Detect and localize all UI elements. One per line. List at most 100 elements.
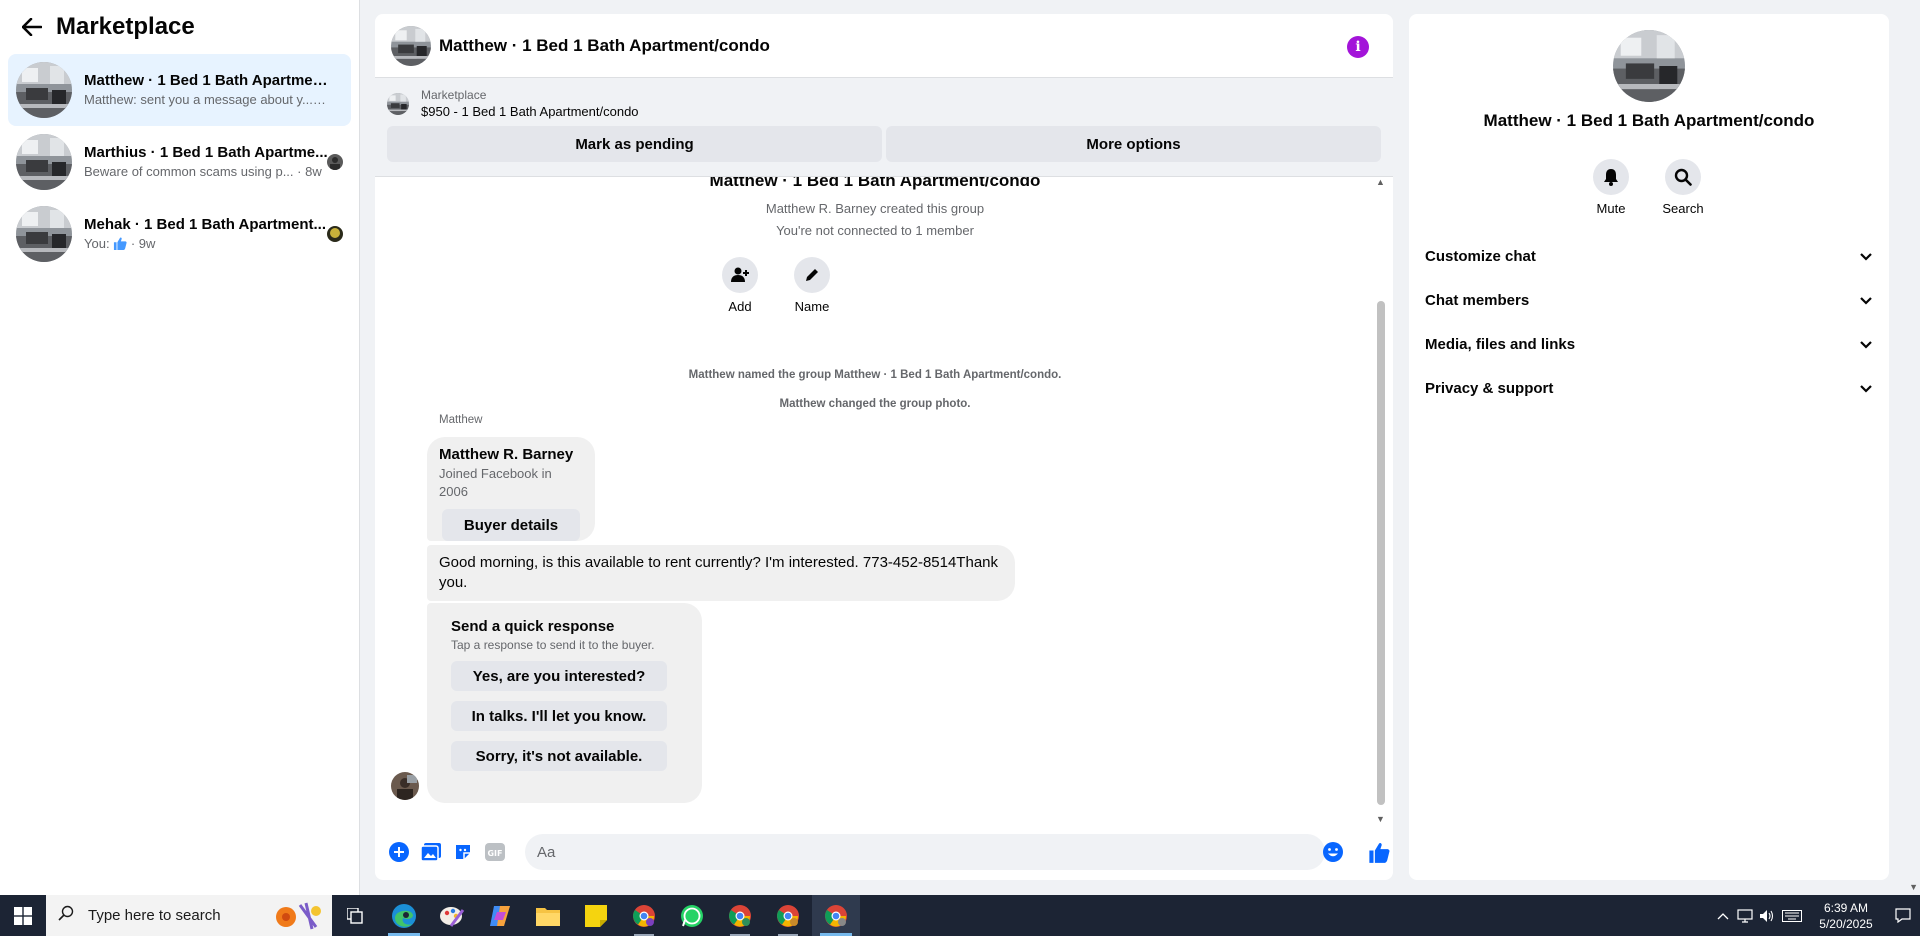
quick-response-card: Send a quick response Tap a response to … — [427, 603, 702, 803]
scroll-down-arrow-icon[interactable]: ▼ — [1376, 814, 1385, 824]
name-group-button[interactable]: Name — [782, 257, 842, 314]
sender-avatar[interactable] — [391, 772, 419, 800]
scroll-thumb[interactable] — [1377, 301, 1385, 805]
privacy-support-section[interactable]: Privacy & support — [1425, 368, 1873, 408]
not-connected-text: You're not connected to 1 member — [776, 223, 974, 238]
network-icon[interactable] — [1734, 895, 1756, 936]
edge-browser-icon[interactable] — [380, 895, 428, 936]
quick-response-subtitle: Tap a response to send it to the buyer. — [451, 638, 655, 652]
chat-info-panel: Matthew · 1 Bed 1 Bath Apartment/condo M… — [1409, 14, 1889, 880]
page-scroll-down-arrow-icon[interactable]: ▼ — [1909, 882, 1918, 892]
scroll-up-arrow-icon[interactable]: ▲ — [1376, 177, 1385, 187]
sticky-notes-icon[interactable] — [572, 895, 620, 936]
profile-name: Matthew R. Barney — [439, 446, 574, 463]
clock-date: 5/20/2025 — [1819, 916, 1873, 931]
listing-source: Marketplace — [421, 88, 487, 102]
quick-response-title: Send a quick response — [451, 618, 615, 635]
conversation-item-mehak[interactable]: Mehak · 1 Bed 1 Bath Apartment... You: ·… — [8, 198, 351, 270]
volume-icon[interactable] — [1756, 895, 1778, 936]
listing-price-title: $950 - 1 Bed 1 Bath Apartment/condo — [421, 104, 639, 119]
quick-response-button[interactable]: Sorry, it's not available. — [451, 741, 667, 771]
chat-header: Matthew · 1 Bed 1 Bath Apartment/condo i — [375, 14, 1393, 78]
buyer-details-button[interactable]: Buyer details — [442, 509, 580, 541]
clock-time: 6:39 AM — [1823, 900, 1869, 915]
flower-doodle-icon — [272, 901, 324, 936]
plus-icon[interactable] — [383, 836, 415, 868]
conversation-title: Marthius · 1 Bed 1 Bath Apartme... — [84, 144, 328, 161]
read-receipt-avatar — [327, 226, 343, 242]
conversation-item-matthew[interactable]: Matthew · 1 Bed 1 Bath Apartment... Matt… — [8, 54, 351, 126]
chevron-down-icon — [1859, 380, 1873, 397]
notifications-icon[interactable] — [1886, 895, 1920, 936]
photo-icon[interactable] — [415, 836, 447, 868]
profile-joined-text: Joined Facebook in 2006 — [439, 466, 552, 499]
chevron-down-icon — [1859, 336, 1873, 353]
message-scrollbar[interactable]: ▲ ▼ — [1375, 177, 1387, 824]
sticker-icon[interactable] — [447, 836, 479, 868]
quick-response-button[interactable]: In talks. I'll let you know. — [451, 701, 667, 731]
back-arrow-icon[interactable] — [20, 15, 44, 39]
copilot-app-icon[interactable] — [476, 895, 524, 936]
show-hidden-icons-chevron-icon[interactable] — [1712, 895, 1734, 936]
taskbar-clock[interactable]: 6:39 AM 5/20/2025 — [1806, 900, 1886, 932]
chat-members-section[interactable]: Chat members — [1425, 280, 1873, 320]
taskbar-search-box[interactable]: Type here to search — [46, 895, 332, 936]
file-explorer-icon[interactable] — [524, 895, 572, 936]
group-created-text: Matthew R. Barney created this group — [765, 201, 985, 216]
conversation-thumbnail — [16, 206, 72, 262]
conversation-thumbnail — [16, 62, 72, 118]
chrome-profile-3-icon[interactable] — [764, 895, 812, 936]
whatsapp-icon[interactable] — [668, 895, 716, 936]
chat-avatar[interactable] — [391, 26, 431, 66]
thumbs-up-icon — [113, 236, 127, 251]
thumbs-up-icon[interactable] — [1363, 836, 1393, 868]
windows-icon[interactable] — [0, 895, 46, 936]
chrome-profile-2-icon[interactable] — [716, 895, 764, 936]
info-icon[interactable]: i — [1347, 36, 1369, 58]
chrome-profile-4-icon[interactable] — [812, 895, 860, 936]
info-avatar[interactable] — [1613, 30, 1685, 102]
mark-as-pending-button[interactable]: Mark as pending — [387, 126, 882, 162]
conversation-preview: Matthew: sent you a message about y... ·… — [84, 92, 329, 107]
conversation-title: Matthew · 1 Bed 1 Bath Apartment... — [84, 72, 329, 89]
search-conversation-button[interactable]: Search — [1651, 159, 1715, 216]
section-label: Media, files and links — [1425, 335, 1576, 353]
svg-text:GIF: GIF — [487, 849, 502, 858]
conversation-preview: You: · 9w — [84, 235, 329, 253]
conversation-thumbnail — [16, 134, 72, 190]
conversation-text: Mehak · 1 Bed 1 Bath Apartment... You: ·… — [84, 215, 329, 253]
chevron-down-icon — [1859, 248, 1873, 265]
windows-taskbar: Type here to search 6:39 AM 5/20/2025 — [0, 895, 1920, 936]
chat-title[interactable]: Matthew · 1 Bed 1 Bath Apartment/condo — [439, 36, 770, 56]
conversation-preview: Beware of common scams using p... · 8w — [84, 164, 322, 179]
mute-button[interactable]: Mute — [1579, 159, 1643, 216]
gif-icon[interactable]: GIF — [479, 836, 511, 868]
sidebar-header: Marketplace — [0, 0, 359, 54]
taskbar-search-placeholder: Type here to search — [88, 907, 221, 924]
group-name-heading: Matthew · 1 Bed 1 Bath Apartment/condo — [709, 177, 1041, 190]
listing-row[interactable]: Marketplace $950 - 1 Bed 1 Bath Apartmen… — [387, 86, 1381, 122]
message-bubble: Good morning, is this available to rent … — [427, 545, 1015, 601]
listing-thumbnail — [387, 93, 409, 115]
paint-app-icon[interactable] — [428, 895, 476, 936]
conversation-item-marthius[interactable]: Marthius · 1 Bed 1 Bath Apartme... Bewar… — [8, 126, 351, 198]
customize-chat-section[interactable]: Customize chat — [1425, 236, 1873, 276]
chat-window: Matthew · 1 Bed 1 Bath Apartment/condo i… — [375, 14, 1393, 880]
add-member-button[interactable]: Add — [710, 257, 770, 314]
chrome-profile-1-icon[interactable] — [620, 895, 668, 936]
conversation-text: Marthius · 1 Bed 1 Bath Apartme... Bewar… — [84, 143, 329, 181]
emoji-icon[interactable] — [1317, 836, 1349, 868]
message-input[interactable] — [525, 834, 1325, 870]
keyboard-icon[interactable] — [1778, 895, 1806, 936]
media-files-links-section[interactable]: Media, files and links — [1425, 324, 1873, 364]
profile-card: Matthew R. Barney Joined Facebook in 200… — [427, 437, 595, 541]
system-tray: 6:39 AM 5/20/2025 — [1712, 895, 1920, 936]
search-label: Search — [1662, 201, 1704, 216]
system-message: Matthew named the group Matthew · 1 Bed … — [688, 369, 1062, 381]
task-view-icon[interactable] — [332, 895, 380, 936]
add-person-icon — [722, 257, 758, 293]
more-options-button[interactable]: More options — [886, 126, 1381, 162]
info-title: Matthew · 1 Bed 1 Bath Apartment/condo — [1483, 111, 1815, 130]
quick-response-button[interactable]: Yes, are you interested? — [451, 661, 667, 691]
preview-prefix: You: — [84, 236, 110, 251]
